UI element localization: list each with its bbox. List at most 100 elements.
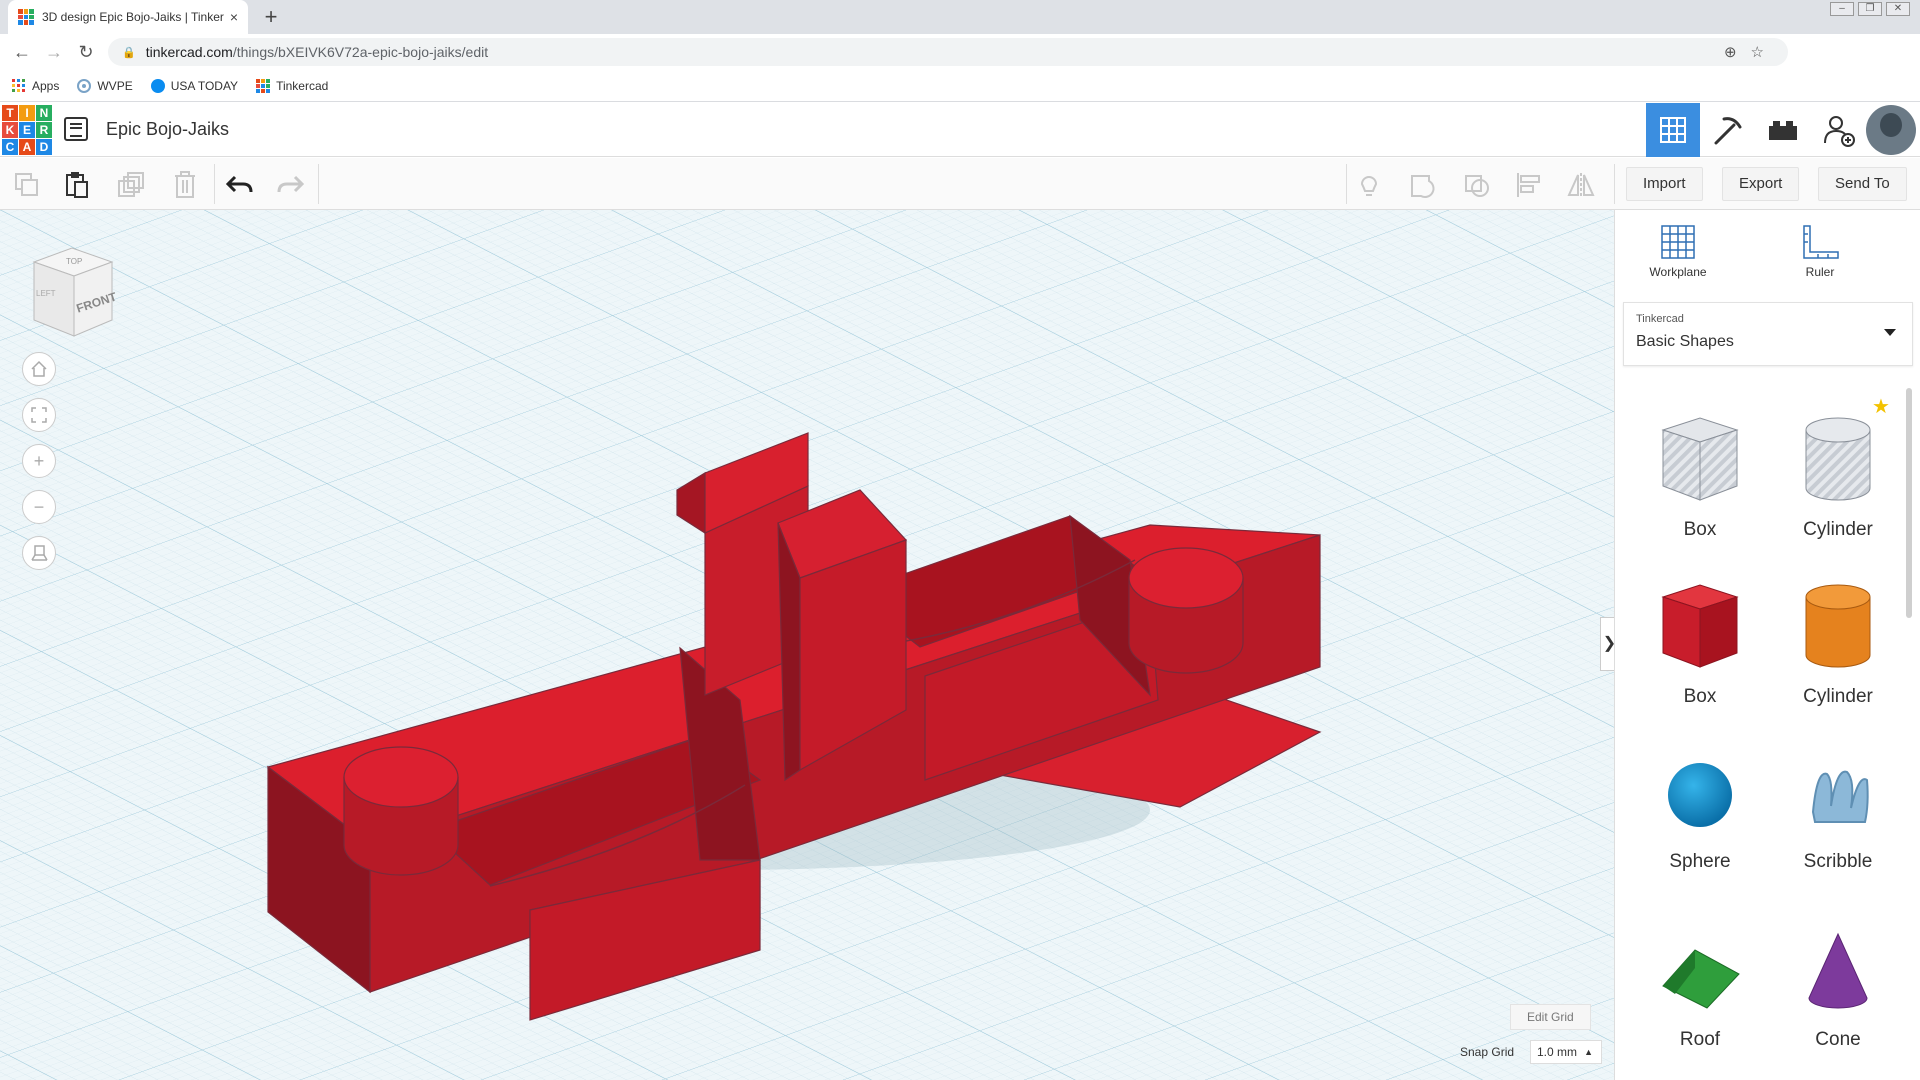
bookmark-wvpe[interactable]: WVPE (77, 78, 133, 93)
paste-button[interactable] (62, 170, 92, 200)
bookmark-tinkercad[interactable]: Tinkercad (256, 78, 328, 93)
minus-icon: − (33, 496, 45, 517)
workplane-label: Workplane (1649, 265, 1707, 279)
group-button[interactable] (1408, 170, 1438, 200)
workplane-grid (0, 210, 1614, 1080)
3d-design-view-button[interactable] (1646, 103, 1700, 157)
send-to-button[interactable]: Send To (1818, 167, 1907, 201)
shape-sphere[interactable]: Sphere (1635, 750, 1765, 873)
logo-letter: R (36, 122, 52, 138)
tinkercad-favicon-icon (18, 9, 34, 25)
logo-letter: I (19, 105, 35, 121)
add-collaborator-button[interactable] (1812, 103, 1866, 157)
snap-grid-value: 1.0 mm (1537, 1045, 1578, 1059)
lock-icon: 🔒 (122, 46, 136, 59)
window-controls: – ❐ ✕ (1830, 2, 1910, 16)
reload-button[interactable]: ↻ (70, 36, 102, 68)
shape-label: Cylinder (1803, 686, 1873, 707)
ruler-button[interactable]: Ruler (1775, 222, 1865, 279)
shape-label: Box (1683, 519, 1717, 540)
shape-label: Scribble (1803, 851, 1873, 872)
projection-toggle-button[interactable] (22, 536, 56, 570)
shape-cylinder-hole[interactable]: Cylinder (1773, 408, 1903, 541)
back-button[interactable]: ← (6, 36, 38, 68)
paste-icon (66, 172, 88, 198)
scribble-icon (1811, 770, 1869, 823)
bricks-view-button[interactable] (1756, 103, 1810, 157)
snap-grid-select[interactable]: 1.0 mm ▲ (1530, 1040, 1602, 1064)
ungroup-button[interactable] (1462, 170, 1492, 200)
restore-button[interactable]: ❐ (1858, 2, 1882, 16)
toolbar-divider (214, 164, 215, 204)
new-tab-button[interactable]: + (258, 4, 284, 30)
viewcube-left-label: LEFT (36, 289, 56, 298)
import-button[interactable]: Import (1626, 167, 1703, 201)
undo-button[interactable] (224, 170, 254, 200)
delete-button[interactable] (170, 170, 200, 200)
pickaxe-icon (1714, 117, 1742, 145)
align-button[interactable] (1514, 170, 1544, 200)
mirror-button[interactable] (1566, 170, 1596, 200)
copy-button[interactable] (12, 170, 42, 200)
panel-scrollbar[interactable] (1906, 388, 1912, 618)
design-title[interactable]: Epic Bojo-Jaiks (106, 119, 229, 140)
box-hole-icon (1661, 417, 1739, 501)
shape-cone[interactable]: Cone (1773, 928, 1903, 1051)
tinkercad-logo[interactable]: T I N K E R C A D (2, 105, 52, 155)
forward-button[interactable]: → (38, 36, 70, 68)
bookmark-label: WVPE (97, 78, 133, 93)
redo-icon (277, 175, 305, 193)
export-button[interactable]: Export (1722, 167, 1800, 201)
caret-up-icon: ▲ (1584, 1047, 1593, 1057)
zoom-in-button[interactable]: + (22, 444, 56, 478)
browser-tab[interactable]: 3D design Epic Bojo-Jaiks | Tinkercad × (8, 0, 248, 34)
wvpe-icon (77, 78, 92, 93)
shape-library-dropdown[interactable]: Tinkercad Basic Shapes (1623, 302, 1913, 366)
library-name: Basic Shapes (1636, 333, 1734, 350)
url-bar[interactable]: 🔒 tinkercad.com/things/bXEIVK6V72a-epic-… (108, 38, 1788, 66)
close-window-button[interactable]: ✕ (1886, 2, 1910, 16)
fit-view-button[interactable] (22, 398, 56, 432)
shape-box-hole[interactable]: Box (1635, 408, 1765, 541)
zoom-out-button[interactable]: − (22, 490, 56, 524)
shape-roof[interactable]: Roof (1635, 928, 1765, 1051)
tab-close-icon[interactable]: × (230, 9, 238, 25)
blocks-view-button[interactable] (1700, 103, 1754, 157)
bookmark-apps[interactable]: Apps (12, 78, 59, 93)
duplicate-button[interactable] (116, 170, 146, 200)
brick-icon (1769, 121, 1797, 140)
edit-grid-button[interactable]: Edit Grid (1510, 1004, 1591, 1030)
bookmark-usa-today[interactable]: USA TODAY (150, 78, 238, 93)
logo-letter: D (36, 139, 52, 155)
toolbar-divider (1614, 164, 1615, 204)
workplane-icon (1661, 225, 1695, 259)
logo-letter: C (2, 139, 18, 155)
logo-letter: E (19, 122, 35, 138)
notes-button[interactable] (1354, 170, 1384, 200)
favorite-star-icon[interactable]: ★ (1872, 394, 1890, 419)
chevron-down-icon (1884, 329, 1896, 336)
tinkercad-icon (256, 78, 271, 93)
zoom-icon[interactable]: ⊕ (1724, 43, 1737, 61)
redo-button[interactable] (276, 170, 306, 200)
snap-grid-label: Snap Grid (1460, 1045, 1515, 1059)
shape-cylinder[interactable]: Cylinder (1773, 575, 1903, 708)
shape-label: Cone (1815, 1029, 1861, 1050)
workplane-button[interactable]: Workplane (1633, 222, 1723, 279)
apps-grid-icon (12, 78, 25, 92)
viewcube-top-label: TOP (66, 257, 82, 266)
user-avatar[interactable] (1866, 105, 1916, 155)
shape-scribble[interactable]: Scribble (1773, 750, 1903, 873)
shape-label: Roof (1679, 1029, 1721, 1050)
sphere-icon (1668, 763, 1732, 827)
bookmark-star-icon[interactable]: ☆ (1751, 43, 1764, 61)
url-path: /things/bXEIVK6V72a-epic-bojo-jaiks/edit (232, 44, 489, 60)
home-view-button[interactable] (22, 352, 56, 386)
workplane-viewport[interactable]: TOP FRONT LEFT + − (0, 210, 1614, 1080)
perspective-icon (31, 545, 48, 561)
view-cube[interactable]: TOP FRONT LEFT (26, 244, 122, 340)
shape-box[interactable]: Box (1635, 575, 1765, 708)
fit-all-icon (31, 407, 47, 423)
minimize-button[interactable]: – (1830, 2, 1854, 16)
design-list-icon[interactable] (64, 117, 88, 141)
